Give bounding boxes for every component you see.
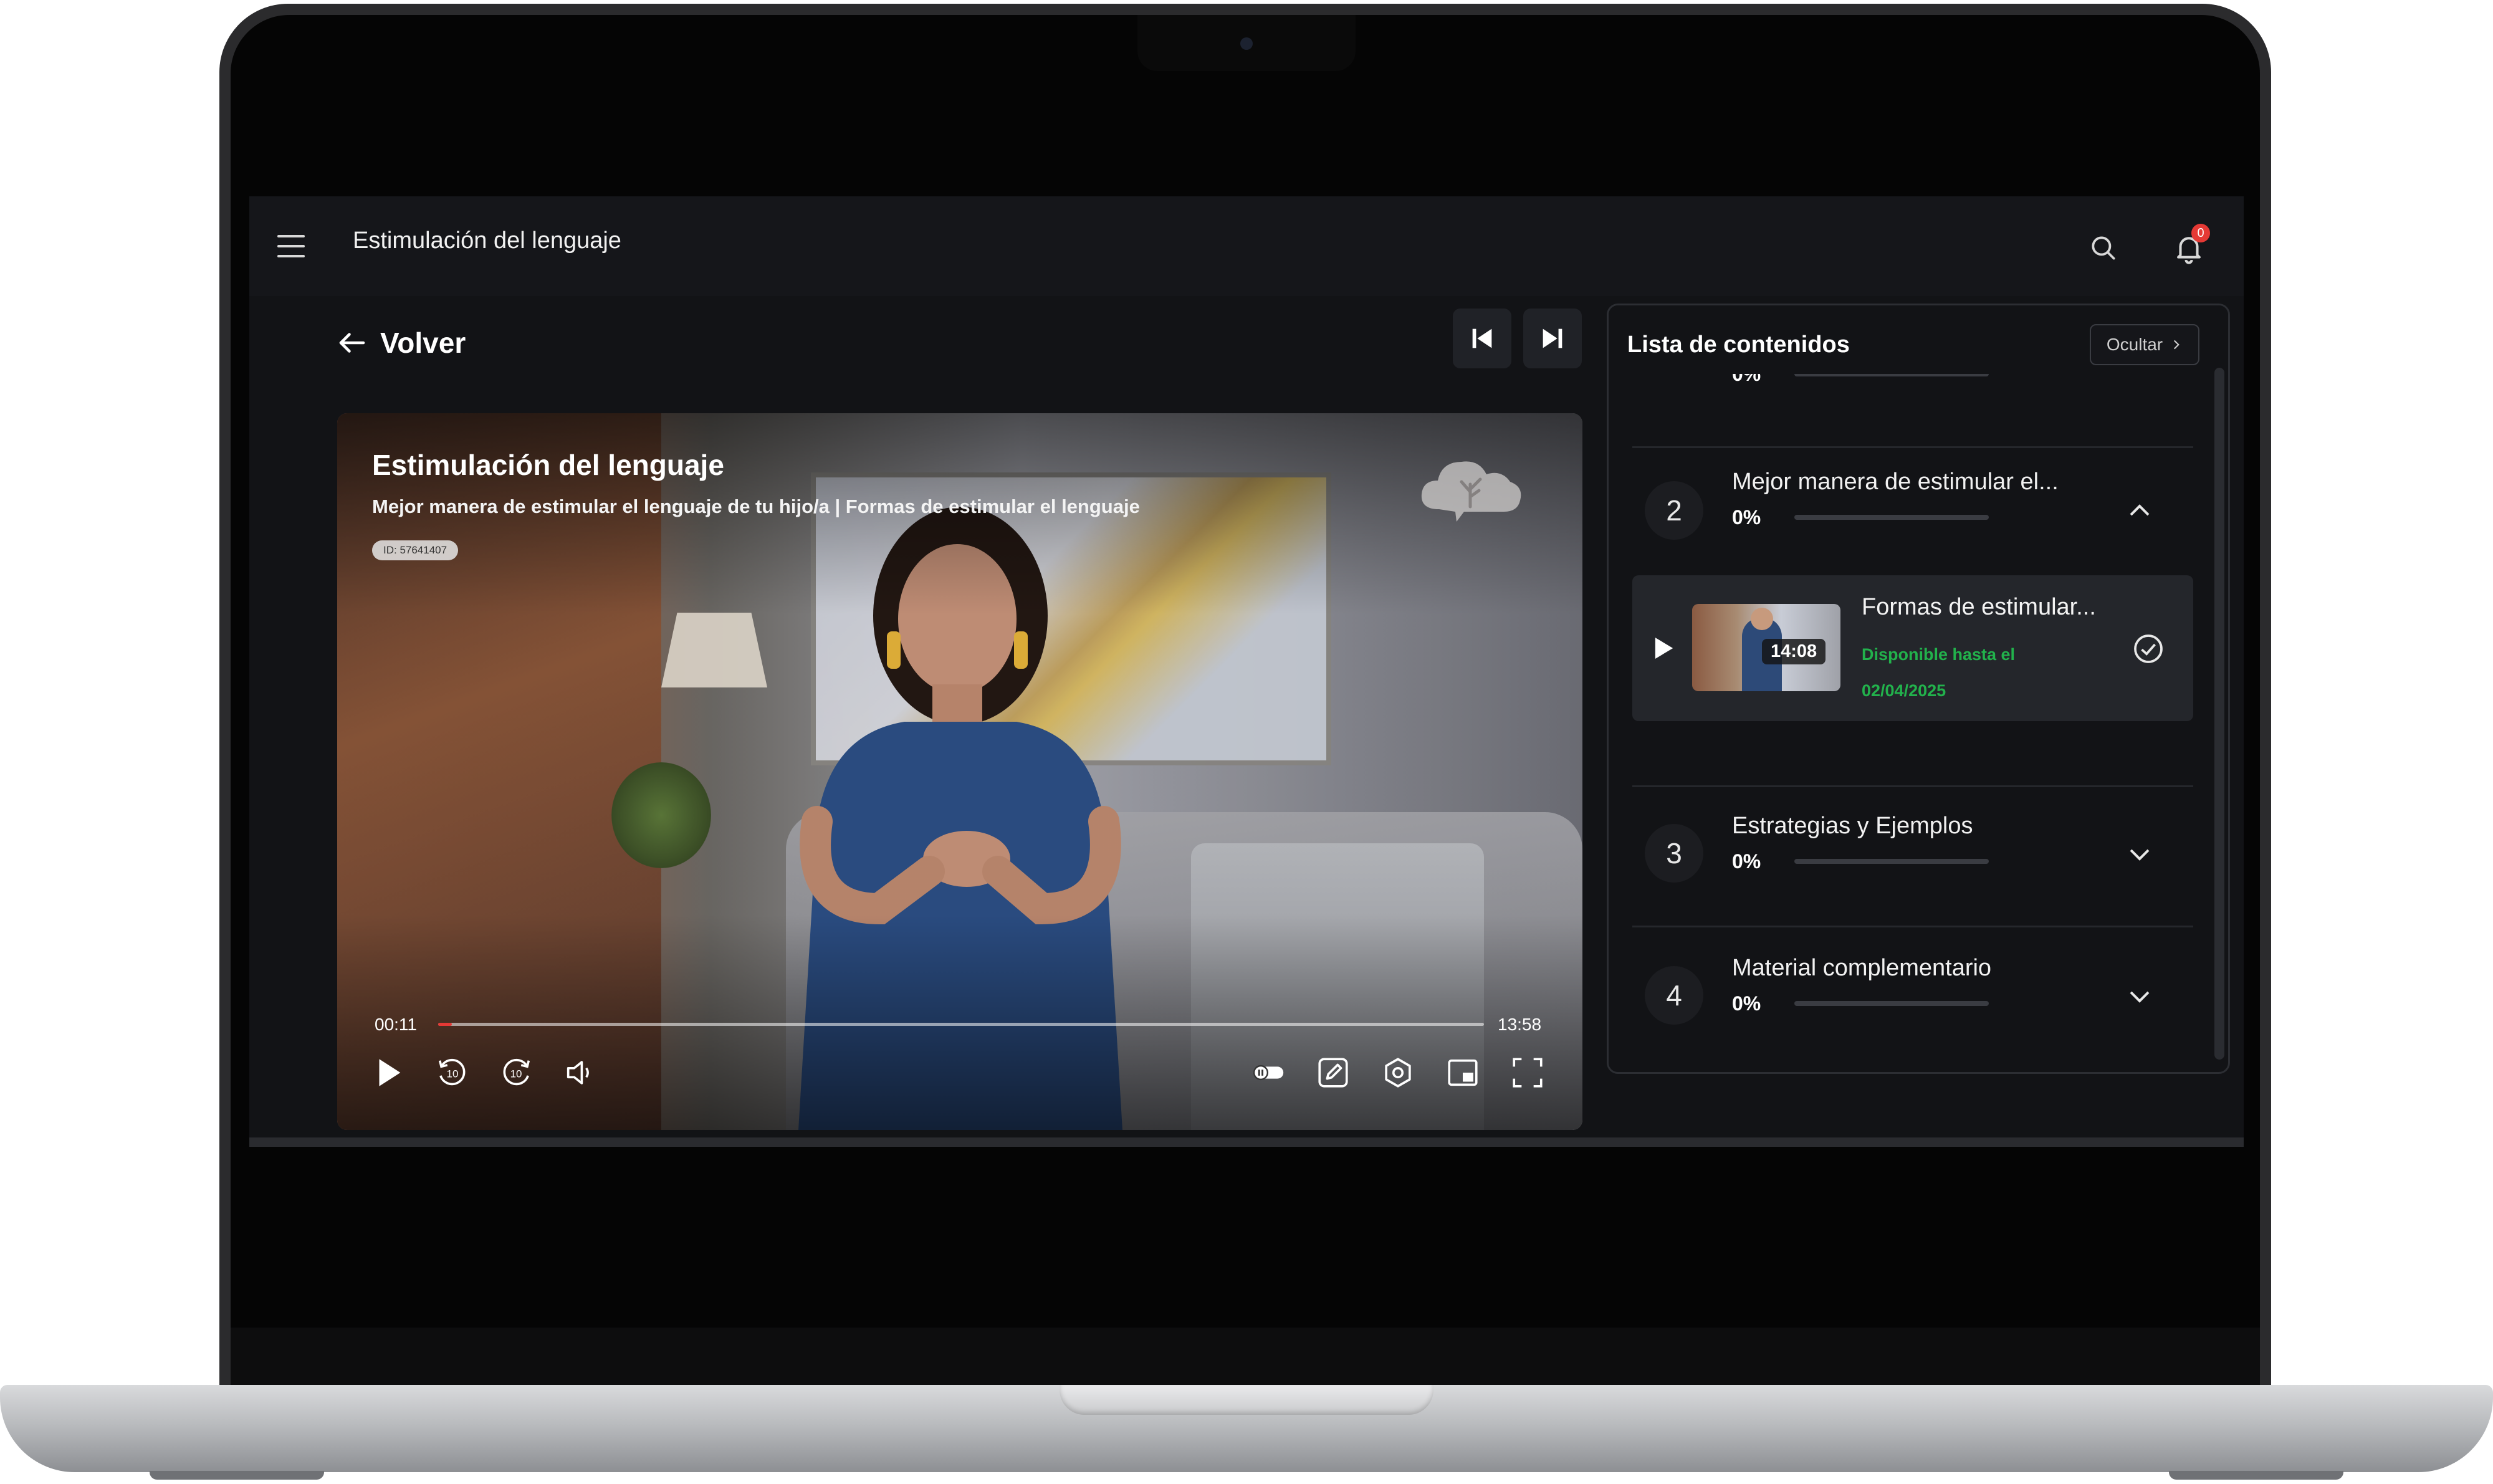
module-2[interactable]: 2 Mejor manera de estimular el... 0%: [1632, 467, 2193, 561]
search-icon[interactable]: [2088, 232, 2119, 264]
current-time: 00:11: [375, 1015, 417, 1034]
forward-10-button[interactable]: 10: [497, 1053, 537, 1093]
skip-next-icon: [1543, 328, 1562, 348]
back-button[interactable]: Volver: [335, 321, 466, 365]
module-progress-track: [1794, 859, 1989, 864]
screen-bottom-strip: [249, 1137, 2244, 1147]
fullscreen-icon: [1513, 1058, 1543, 1088]
content-list-panel: 1 0% Lista de contenidos Ocultar 2 Mejor…: [1607, 304, 2230, 1074]
laptop-foot-left: [150, 1471, 324, 1480]
lesson-thumbnail: 14:08: [1692, 604, 1840, 691]
previous-lesson-button[interactable]: [1453, 309, 1511, 368]
settings-hexagon-icon: [1385, 1058, 1411, 1088]
play-button[interactable]: [368, 1053, 408, 1093]
video-player[interactable]: Estimulación del lenguaje Mejor manera d…: [337, 413, 1582, 1130]
top-bar: Estimulación del lenguaje 0: [249, 196, 2244, 296]
lesson-duration: 14:08: [1762, 639, 1826, 664]
back-label: Volver: [380, 327, 466, 359]
notes-button[interactable]: [1313, 1053, 1353, 1093]
toggle-icon: [1253, 1065, 1284, 1081]
volume-icon: [567, 1061, 589, 1084]
module-number: 3: [1645, 824, 1703, 883]
content-list-title: Lista de contenidos: [1627, 332, 1850, 358]
laptop-opening-notch: [1060, 1385, 1433, 1415]
svg-text:10: 10: [510, 1068, 522, 1080]
edit-pencil-icon: [1318, 1058, 1348, 1088]
video-title: Estimulación del lenguaje: [372, 449, 724, 481]
module-progress-track: [1794, 1001, 1989, 1006]
module-title: Material complementario: [1732, 955, 1992, 981]
rewind-10-icon: 10: [438, 1058, 466, 1086]
cloud-tree-logo-icon: [1421, 461, 1521, 522]
notification-badge: 0: [2191, 224, 2210, 242]
module-divider: [1632, 785, 2193, 787]
hide-panel-button[interactable]: Ocultar: [2090, 324, 2199, 365]
laptop-foot-right: [2169, 1471, 2343, 1480]
app-title: Estimulación del lenguaje: [353, 227, 621, 254]
seek-bar[interactable]: [438, 1023, 1484, 1026]
chevron-up-icon[interactable]: [2125, 496, 2155, 526]
volume-button[interactable]: [560, 1053, 600, 1093]
hide-label: Ocultar: [2106, 335, 2163, 354]
module-4[interactable]: 4 Material complementario 0%: [1632, 940, 2193, 1065]
chevron-down-icon[interactable]: [2125, 981, 2155, 1011]
video-subtitle: Mejor manera de estimular el lenguaje de…: [372, 495, 1140, 517]
module-divider: [1632, 446, 2193, 448]
app-screen: Estimulación del lenguaje 0 Volver Estim…: [249, 196, 2244, 1147]
check-circle-icon: [2134, 634, 2163, 663]
panel-scrollbar[interactable]: [2214, 368, 2224, 1060]
picture-in-picture-icon: [1448, 1059, 1478, 1086]
seek-bar-fill: [438, 1023, 452, 1026]
module-number: 2: [1645, 481, 1703, 540]
autoplay-toggle[interactable]: [1248, 1053, 1288, 1093]
lesson-card-active[interactable]: 14:08 Formas de estimular... Disponible …: [1632, 575, 2193, 721]
forward-10-icon: 10: [503, 1058, 530, 1086]
next-lesson-button[interactable]: [1523, 309, 1582, 368]
module-divider: [1632, 926, 2193, 927]
module-progress-label: 0%: [1732, 850, 1761, 873]
module-3[interactable]: 3 Estrategias y Ejemplos 0%: [1632, 798, 2193, 927]
fullscreen-button[interactable]: [1508, 1053, 1548, 1093]
svg-text:10: 10: [447, 1068, 459, 1080]
module-title: Mejor manera de estimular el...: [1732, 469, 2059, 495]
lesson-availability: Disponible hasta el 02/04/2025: [1862, 645, 2016, 700]
skip-previous-icon: [1472, 328, 1492, 348]
total-time: 13:58: [1498, 1015, 1542, 1034]
chevron-down-icon[interactable]: [2125, 839, 2155, 869]
hamburger-menu-icon[interactable]: [277, 235, 305, 257]
chevron-right-icon: [2174, 340, 2180, 350]
rewind-10-button[interactable]: 10: [432, 1053, 472, 1093]
camera-lens: [1240, 37, 1253, 50]
video-id-badge: ID: 57641407: [372, 540, 459, 560]
module-title: Estrategias y Ejemplos: [1732, 813, 1973, 839]
play-icon: [1655, 638, 1673, 659]
module-progress-label: 0%: [1732, 506, 1761, 529]
play-icon: [379, 1059, 401, 1086]
arrow-left-icon: [339, 333, 365, 353]
module-number: 4: [1645, 966, 1703, 1025]
picture-in-picture-button[interactable]: [1443, 1053, 1483, 1093]
settings-button[interactable]: [1378, 1053, 1418, 1093]
module-progress-label: 0%: [1732, 992, 1761, 1015]
lesson-title: Formas de estimular...: [1862, 594, 2096, 620]
module-progress-track: [1794, 515, 1989, 520]
